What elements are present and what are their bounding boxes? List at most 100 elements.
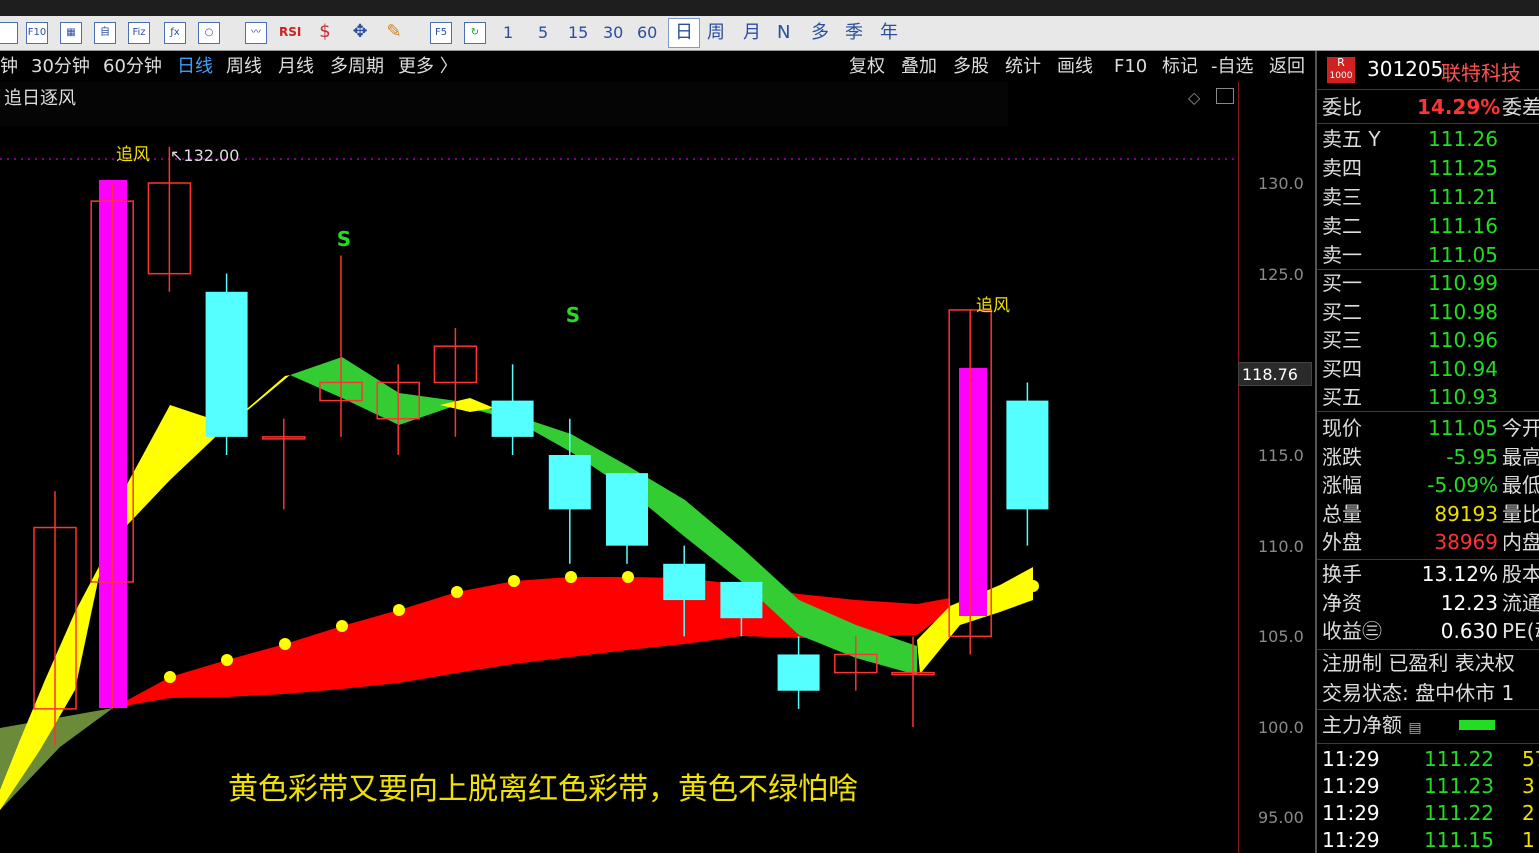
tick-time: 11:29 [1322,801,1380,825]
nav-multiperiod[interactable]: 多周期 [330,55,384,79]
candle-body[interactable] [548,455,591,510]
fund-row-value: 13.12% [1421,562,1498,586]
period-day[interactable]: 日 [668,18,700,48]
nav-draw[interactable]: 画线 [1057,55,1093,79]
sell-level-4-label: 卖四 [1322,156,1362,180]
indicator-label[interactable]: 追日逐风 [4,84,76,110]
candle-body[interactable] [777,654,820,691]
nav-60min[interactable]: 60分钟 [103,55,162,79]
kline-icon[interactable]: 〰 [245,22,267,44]
fund-row[interactable]: 净资 12.23 流通 [1322,589,1539,617]
fund-row-value: 0.630 [1440,619,1498,643]
separator [1317,123,1539,124]
nav-fuquan[interactable]: 复权 [849,55,885,79]
candle-body[interactable] [663,563,706,601]
period-week[interactable]: 周 [707,21,725,45]
buy-level-4[interactable]: 买四 110.94 [1322,355,1539,383]
period-60[interactable]: 60 [637,21,657,45]
buy-level-3[interactable]: 买三 110.96 [1322,326,1539,354]
nav-minute[interactable]: 钟 [0,55,18,79]
sell-level-1[interactable]: 卖一 111.05 [1322,241,1539,269]
period-month[interactable]: 月 [743,21,761,45]
tick-row: 11:29 111.23 3 [1322,772,1539,800]
sell-level-4[interactable]: 卖四 111.25 [1322,154,1539,182]
period-5[interactable]: 5 [538,21,548,45]
candle-body[interactable] [606,473,648,546]
signal-bar-2 [959,368,987,616]
toolbar-partial-icon[interactable] [0,22,18,44]
quote-row[interactable]: 涨跌 -5.95 最高 [1322,443,1539,471]
nav-daily[interactable]: 日线 [177,55,213,79]
quote-row-label: 涨幅 [1322,473,1362,497]
candle-body[interactable] [205,291,248,437]
sell-level-3-value: 111.21 [1428,185,1498,209]
period-season[interactable]: 季 [845,21,863,45]
period-year[interactable]: 年 [880,21,898,45]
f5-icon[interactable]: F5 [430,22,452,44]
period-15[interactable]: 15 [568,21,588,45]
sell-level-2-value: 111.16 [1428,214,1498,238]
sell-signal-1: S [337,227,351,251]
circle-icon[interactable]: ○ [198,22,220,44]
sell-level-1-label: 卖一 [1322,243,1362,267]
nav-back[interactable]: 返回 [1269,55,1305,79]
buy-level-5[interactable]: 买五 110.93 [1322,383,1539,411]
quote-row[interactable]: 外盘 38969 内盘 [1322,528,1539,556]
nav-overlay[interactable]: 叠加 [901,55,937,79]
nav-multistock[interactable]: 多股 [953,55,989,79]
toolbar: F10 ▦ 自 Fiz ƒx ○ 〰 RSI $ ✥ ✎ F5 ↻ 1 5 15… [0,16,1539,51]
buy-level-4-label: 买四 [1322,356,1362,381]
quote-row-value: -5.09% [1427,473,1498,497]
candle-body[interactable] [1006,400,1049,510]
refresh-icon[interactable]: ↻ [464,22,486,44]
pencil-icon[interactable]: ✎ [383,22,405,44]
fund-row-right: 股本 [1502,562,1539,586]
panel-toggle-icon[interactable] [1216,88,1234,104]
candle-body[interactable] [720,581,763,619]
separator [1317,89,1539,90]
period-1[interactable]: 1 [503,21,513,45]
blocks-icon[interactable]: ▦ [60,22,82,44]
sell-level-5[interactable]: 卖五 Y 111.26 [1322,125,1539,153]
nav-monthly[interactable]: 月线 [278,55,314,79]
buy-level-1[interactable]: 买一 110.99 [1322,269,1539,297]
current-price-tag: 118.76 [1238,362,1312,386]
buy-level-2[interactable]: 买二 110.98 [1322,298,1539,326]
trade-status: 交易状态: 盘中休市 1 [1322,681,1515,705]
nav-f10[interactable]: F10 [1114,55,1147,79]
quote-row-right: 内盘 [1502,530,1539,554]
rsi-icon[interactable]: RSI [279,22,301,44]
period-30[interactable]: 30 [603,21,623,45]
fund-row[interactable]: 收益㊂ 0.630PE(动 [1322,617,1539,645]
nav-30min[interactable]: 30分钟 [31,55,90,79]
quote-row[interactable]: 涨幅 -5.09% 最低 [1322,471,1539,499]
nav-remove-self[interactable]: -自选 [1211,55,1254,79]
tick-price: 111.22 [1424,747,1494,771]
f10-icon[interactable]: F10 [26,22,48,44]
fiz2-icon[interactable]: ƒx [164,22,186,44]
diamond-icon[interactable]: ◇ [1188,88,1200,107]
fiz-icon[interactable]: Fiz [128,22,150,44]
ytick-115: 115.0 [1258,446,1304,465]
fund-row[interactable]: 换手 13.12% 股本 [1322,560,1539,588]
sell-level-2[interactable]: 卖二 111.16 [1322,212,1539,240]
nav-stats[interactable]: 统计 [1005,55,1041,79]
selfstock-icon[interactable]: 自 [94,22,116,44]
nav-weekly[interactable]: 周线 [226,55,262,79]
sell-level-3[interactable]: 卖三 111.21 [1322,183,1539,211]
separator [1317,411,1539,412]
tick-time: 11:29 [1322,774,1380,798]
period-n[interactable]: N [777,21,790,45]
nav-more[interactable]: 更多 〉 [398,55,458,79]
money-icon[interactable]: $ [314,22,336,44]
nav-mark[interactable]: 标记 [1162,55,1198,79]
signal-bar-1 [99,180,127,708]
mainflow-label[interactable]: 主力净额 ▤ [1322,711,1422,739]
period-multi[interactable]: 多 [811,21,829,45]
candle-body[interactable] [491,400,534,437]
move-icon[interactable]: ✥ [349,22,371,44]
quote-row[interactable]: 现价 111.05 今开 [1322,414,1539,442]
ytick-130: 130.0 [1258,174,1304,193]
kline-chart[interactable]: 追风 追风 ↖132.00 S S [0,82,1315,853]
quote-row[interactable]: 总量 89193 量比 [1322,500,1539,528]
